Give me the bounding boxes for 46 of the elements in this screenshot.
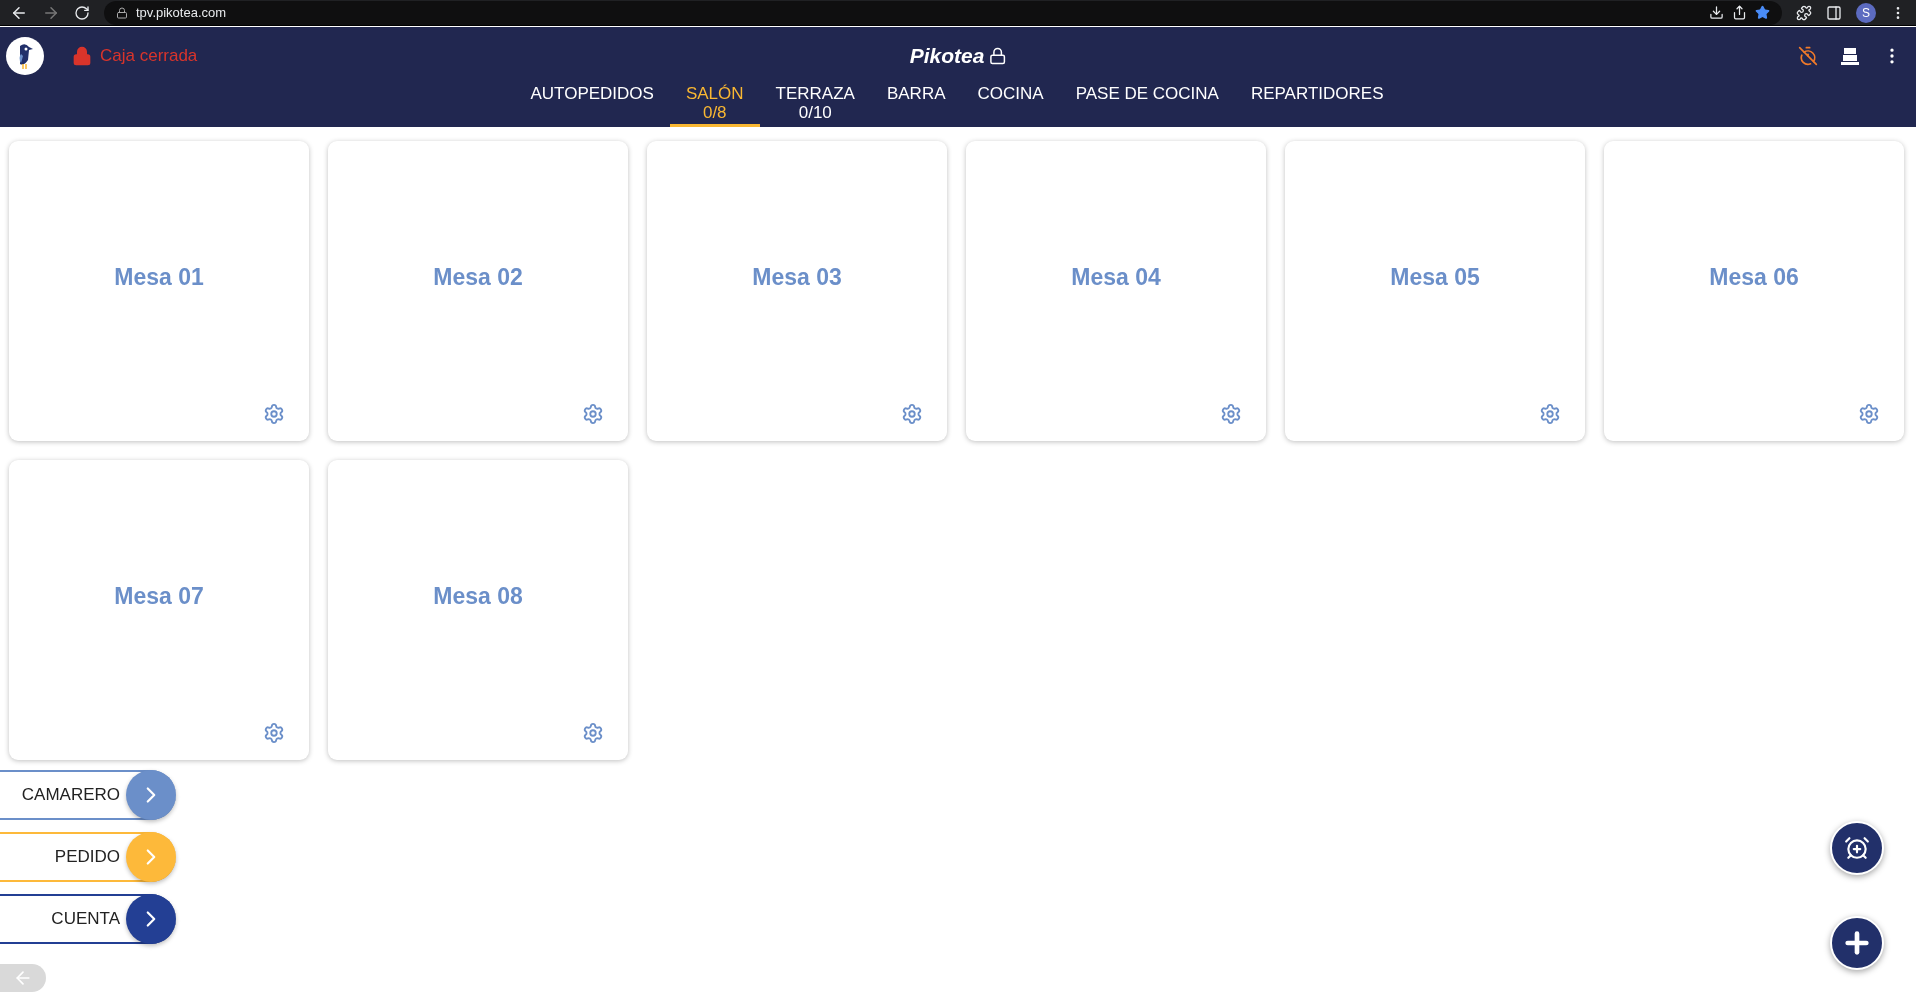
brand-logo: Pikotea	[909, 43, 985, 68]
side-action-button[interactable]: CUENTA	[0, 894, 176, 944]
timer-off-icon[interactable]	[1798, 45, 1818, 66]
section-tab[interactable]: REPARTIDORES	[1234, 84, 1400, 127]
add-button[interactable]	[1830, 916, 1884, 970]
profile-avatar[interactable]: S	[1856, 2, 1876, 23]
side-action-button[interactable]: PEDIDO	[0, 832, 176, 882]
cash-register-icon[interactable]	[1840, 45, 1860, 66]
share-icon[interactable]	[1732, 5, 1747, 20]
section-tab[interactable]: PASE DE COCINA	[1059, 84, 1235, 127]
side-panel-icon[interactable]	[1826, 4, 1842, 21]
table-name: Mesa 01	[114, 263, 204, 291]
settings-icon[interactable]	[1858, 403, 1880, 425]
settings-icon[interactable]	[263, 722, 285, 744]
table-name: Mesa 02	[433, 263, 523, 291]
alarm-clock-plus-button[interactable]	[1830, 821, 1884, 875]
settings-icon[interactable]	[582, 403, 604, 425]
section-tab[interactable]: TERRAZA 0/10	[759, 84, 871, 127]
bird-logo-icon	[6, 36, 44, 75]
section-tab[interactable]: AUTOPEDIDOS	[514, 84, 670, 127]
section-tab[interactable]: BARRA	[870, 84, 962, 127]
settings-icon[interactable]	[1539, 403, 1561, 425]
settings-icon[interactable]	[263, 403, 285, 425]
section-tab[interactable]: SALÓN 0/8	[669, 84, 760, 127]
table-name: Mesa 08	[433, 582, 523, 610]
cash-status: Caja cerrada	[100, 45, 198, 66]
lock-icon	[116, 6, 128, 19]
side-action-button[interactable]: CAMARERO	[0, 770, 176, 820]
section-tab[interactable]: COCINA	[961, 84, 1060, 127]
address-bar[interactable]: tpv.pikotea.com	[104, 0, 1782, 25]
table-name: Mesa 03	[752, 263, 842, 291]
settings-icon[interactable]	[901, 403, 923, 425]
extensions-icon[interactable]	[1796, 4, 1812, 21]
table-name: Mesa 05	[1390, 263, 1480, 291]
alarm-clock-plus-icon	[1844, 835, 1870, 861]
download-icon[interactable]	[1709, 5, 1724, 20]
reload-icon[interactable]	[74, 4, 90, 21]
star-icon[interactable]	[1755, 5, 1770, 20]
url-text: tpv.pikotea.com	[136, 5, 227, 20]
settings-icon[interactable]	[582, 722, 604, 744]
table-name: Mesa 07	[114, 582, 204, 610]
table-name: Mesa 04	[1071, 263, 1161, 291]
table-name: Mesa 06	[1709, 263, 1799, 291]
lock-icon	[988, 46, 1007, 65]
lock-icon	[72, 45, 92, 66]
settings-icon[interactable]	[1220, 403, 1242, 425]
